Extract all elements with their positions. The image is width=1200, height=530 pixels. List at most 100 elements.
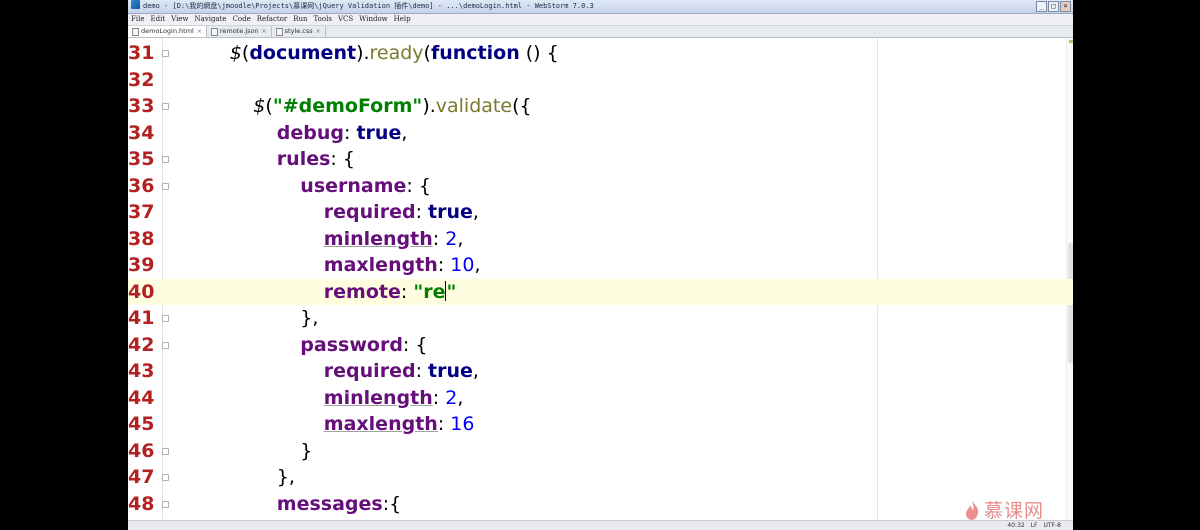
code-token: , — [457, 386, 464, 409]
line-number[interactable]: 34 — [128, 120, 154, 147]
maximize-button[interactable]: □ — [1048, 1, 1059, 12]
code-text: maxlength: 16 — [324, 411, 475, 438]
code-text: remote: "re" — [324, 279, 456, 306]
code-token: true — [428, 201, 473, 223]
menu-window[interactable]: Window — [359, 14, 388, 25]
line-number[interactable]: 42 — [128, 332, 154, 359]
code-line[interactable]: 35 rules: { — [128, 146, 1073, 173]
line-number[interactable]: 37 — [128, 199, 154, 226]
line-number[interactable]: 48 — [128, 491, 154, 518]
code-text: minlength: 2, — [324, 226, 464, 253]
code-token: }, — [276, 466, 295, 488]
code-text: } — [300, 438, 312, 465]
code-line[interactable]: 43 required: true, — [128, 358, 1073, 385]
title-bar: demo - [D:\我的網盘\jmoodle\Projects\慕课网\jQu… — [128, 0, 1073, 14]
fold-marker-icon[interactable] — [162, 182, 169, 190]
code-token: ). — [356, 42, 370, 64]
line-number[interactable]: 46 — [128, 438, 154, 465]
line-number[interactable]: 45 — [128, 411, 154, 438]
code-text: username: { — [300, 173, 431, 200]
code-editor[interactable]: 31 $(document).ready(function () {32 33 $("… — [128, 38, 1073, 520]
code-token: ({ — [512, 95, 532, 117]
ide-window: demo - [D:\我的網盘\jmoodle\Projects\慕课网\jQu… — [128, 0, 1073, 530]
fold-marker-icon[interactable] — [162, 500, 169, 508]
css-file-icon — [275, 27, 283, 36]
code-line[interactable]: 38 minlength: 2, — [128, 226, 1073, 253]
code-line[interactable]: 41}, — [128, 305, 1073, 332]
code-line[interactable]: 47}, — [128, 464, 1073, 491]
tab-close-icon[interactable]: × — [262, 26, 267, 37]
line-number[interactable]: 47 — [128, 464, 154, 491]
code-line[interactable]: 33 $("#demoForm").validate({ — [128, 93, 1073, 120]
fold-marker-icon[interactable] — [162, 50, 169, 57]
code-token: $ — [229, 42, 242, 64]
menu-edit[interactable]: Edit — [150, 14, 165, 25]
line-number[interactable]: 36 — [128, 173, 154, 200]
fold-marker-icon[interactable] — [162, 447, 169, 455]
line-number[interactable]: 39 — [128, 252, 154, 279]
code-token: true — [356, 121, 402, 144]
line-number[interactable]: 44 — [128, 385, 154, 412]
tab-demologin-html[interactable]: demoLogin.html × — [128, 26, 207, 37]
code-token: minlength — [323, 227, 433, 250]
code-token: true — [428, 360, 473, 382]
menu-tools[interactable]: Tools — [314, 14, 332, 25]
close-button[interactable]: × — [1060, 1, 1071, 12]
tab-close-icon[interactable]: × — [316, 26, 321, 37]
code-line[interactable]: 48 messages:{ — [128, 491, 1073, 518]
line-number[interactable]: 38 — [128, 226, 154, 253]
menu-navigate[interactable]: Navigate — [194, 14, 226, 25]
menu-vcs[interactable]: VCS — [338, 14, 353, 25]
webstorm-icon — [131, 0, 140, 9]
fold-marker-icon[interactable] — [162, 341, 169, 349]
menu-code[interactable]: Code — [233, 14, 251, 25]
line-number[interactable]: 40 — [128, 279, 154, 306]
code-token: minlength — [323, 386, 433, 409]
code-text: minlength: 2, — [324, 385, 464, 412]
line-number[interactable]: 43 — [128, 358, 154, 385]
menu-view[interactable]: View — [171, 14, 188, 25]
code-line[interactable]: 39 maxlength: 10, — [128, 252, 1073, 279]
code-line[interactable]: 40 remote: "re" — [128, 278, 1073, 306]
code-token: document — [249, 42, 357, 64]
line-number[interactable]: 41 — [128, 305, 154, 332]
menu-run[interactable]: Run — [293, 14, 307, 25]
code-line[interactable]: 34 debug: true, — [128, 120, 1073, 147]
code-text: debug: true, — [277, 120, 408, 147]
line-number[interactable]: 33 — [128, 93, 154, 120]
fold-marker-icon[interactable] — [162, 156, 169, 163]
code-token: : — [344, 121, 357, 144]
tab-style-css[interactable]: style.css × — [272, 26, 326, 37]
code-line[interactable]: 31 $(document).ready(function () { — [128, 40, 1073, 67]
code-line[interactable]: 32 — [128, 67, 1073, 94]
line-number[interactable]: 32 — [128, 67, 154, 94]
tab-remote-json[interactable]: remote.json × — [207, 26, 272, 37]
code-line[interactable]: 45 maxlength: 16 — [128, 411, 1073, 438]
menu-refactor[interactable]: Refactor — [257, 14, 287, 25]
code-line[interactable]: 46} — [128, 438, 1073, 465]
menu-file[interactable]: File — [131, 14, 144, 25]
code-token: , — [401, 121, 408, 144]
code-token: messages — [276, 492, 383, 515]
minimize-button[interactable]: _ — [1036, 1, 1047, 12]
menu-help[interactable]: Help — [394, 14, 411, 25]
code-token: : { — [406, 174, 431, 197]
code-token: () { — [519, 42, 559, 64]
fold-marker-icon[interactable] — [162, 103, 169, 110]
fold-marker-icon[interactable] — [162, 315, 169, 322]
code-text: required: true, — [324, 358, 479, 385]
code-token: : — [437, 413, 451, 435]
code-line[interactable]: 37 required: true, — [128, 199, 1073, 226]
code-token: 16 — [450, 413, 475, 435]
code-line[interactable]: 36 username: { — [128, 173, 1073, 200]
code-line[interactable]: 44 minlength: 2, — [128, 385, 1073, 412]
code-token: :{ — [382, 492, 402, 515]
code-token: 2 — [445, 386, 458, 409]
code-line[interactable]: 42 password: { — [128, 332, 1073, 359]
line-number[interactable]: 35 — [128, 146, 154, 173]
file-encoding[interactable]: UTF-8 — [1044, 521, 1062, 530]
tab-close-icon[interactable]: × — [197, 26, 202, 37]
line-number[interactable]: 31 — [128, 40, 154, 67]
fold-marker-icon[interactable] — [162, 474, 169, 481]
editor-tabs: demoLogin.html × remote.json × style.css… — [128, 26, 1073, 38]
